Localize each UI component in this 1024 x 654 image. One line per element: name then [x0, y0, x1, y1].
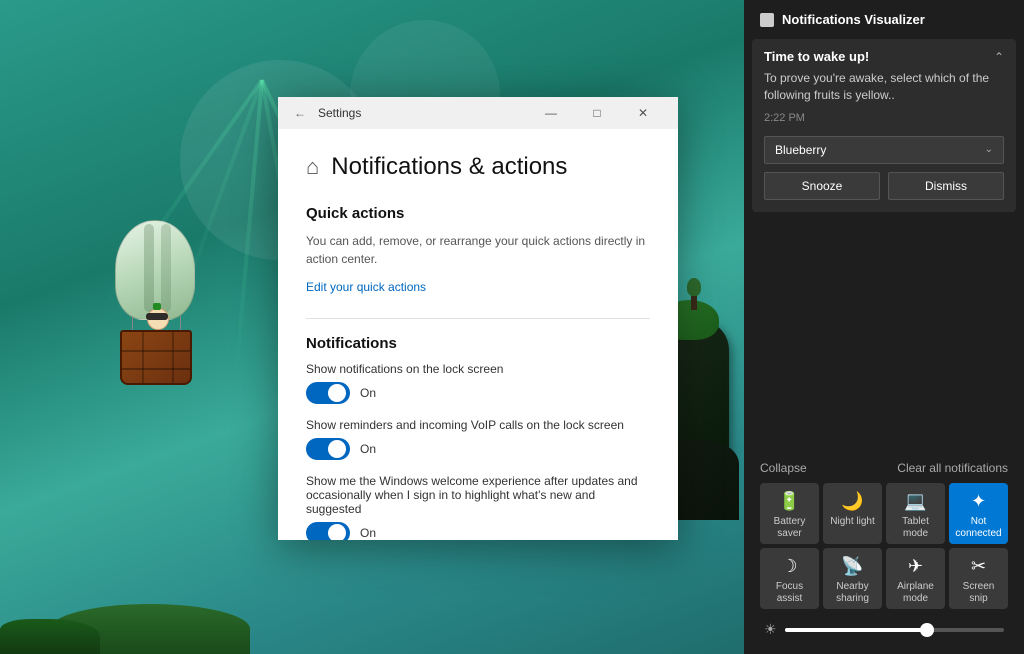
- notif-collapse-button[interactable]: ⌃: [994, 50, 1004, 64]
- toggle-desc-1: Show notifications on the lock screen: [306, 362, 650, 376]
- ac-tile-grid: 🔋 Battery saver 🌙 Night light 💻 Tablet m…: [752, 479, 1016, 613]
- quick-actions-title: Quick actions: [306, 205, 650, 222]
- toggle-2[interactable]: [306, 438, 350, 460]
- notifications-section: Notifications Show notifications on the …: [306, 335, 650, 540]
- balloon-basket: [120, 330, 192, 385]
- night-light-label: Night light: [830, 516, 874, 528]
- toggle-label-3: On: [360, 526, 376, 540]
- notif-body: To prove you're awake, select which of t…: [752, 68, 1016, 112]
- settings-window: ← Settings — □ ✕ ⌂ Notifications & actio…: [278, 97, 678, 540]
- screen-snip-tile[interactable]: ✂ Screen snip: [949, 548, 1008, 609]
- night-light-icon: 🌙: [841, 491, 863, 512]
- focus-assist-icon: ☽: [781, 556, 797, 577]
- notifications-title: Notifications: [306, 335, 650, 352]
- toggle-row-1: Show notifications on the lock screen On: [306, 362, 650, 404]
- back-button[interactable]: ←: [290, 104, 310, 122]
- tablet-mode-label: Tablet mode: [890, 516, 941, 540]
- quick-actions-section: Quick actions You can add, remove, or re…: [306, 205, 650, 294]
- window-controls: — □ ✕: [528, 97, 666, 129]
- not-connected-label: Not connected: [953, 516, 1004, 540]
- focus-assist-tile[interactable]: ☽ Focus assist: [760, 548, 819, 609]
- clear-all-link[interactable]: Clear all notifications: [897, 461, 1008, 475]
- night-light-tile[interactable]: 🌙 Night light: [823, 483, 882, 544]
- settings-content: ⌂ Notifications & actions Quick actions …: [278, 129, 678, 540]
- snooze-button[interactable]: Snooze: [764, 172, 880, 200]
- airplane-mode-tile[interactable]: ✈ Airplane mode: [886, 548, 945, 609]
- airplane-mode-icon: ✈: [908, 556, 923, 577]
- collapse-link[interactable]: Collapse: [760, 461, 807, 475]
- notif-actions: Snooze Dismiss: [764, 172, 1004, 200]
- close-button[interactable]: ✕: [620, 97, 666, 129]
- screen-snip-icon: ✂: [971, 556, 986, 577]
- airplane-mode-label: Airplane mode: [890, 581, 941, 605]
- window-title: Settings: [318, 106, 520, 120]
- brightness-fill: [785, 628, 928, 632]
- maximize-button[interactable]: □: [574, 97, 620, 129]
- balloon-stripe: [161, 224, 171, 312]
- ac-header-icon: [760, 13, 774, 27]
- toggle-label-1: On: [360, 386, 376, 400]
- ac-footer-links: Collapse Clear all notifications: [752, 457, 1016, 479]
- window-titlebar: ← Settings — □ ✕: [278, 97, 678, 129]
- page-header-icon: ⌂: [306, 154, 319, 180]
- balloon-stripe: [144, 224, 154, 312]
- toggle-1[interactable]: [306, 382, 350, 404]
- edit-quick-actions-link[interactable]: Edit your quick actions: [306, 280, 650, 294]
- toggle-row-3: Show me the Windows welcome experience a…: [306, 474, 650, 540]
- chevron-down-icon: ⌄: [985, 144, 993, 155]
- balloon-character: [140, 308, 176, 338]
- minimize-button[interactable]: —: [528, 97, 574, 129]
- notif-dropdown[interactable]: Blueberry ⌄: [764, 136, 1004, 164]
- screen-snip-label: Screen snip: [953, 581, 1004, 605]
- balloon: [90, 220, 250, 520]
- tablet-mode-tile[interactable]: 💻 Tablet mode: [886, 483, 945, 544]
- not-connected-icon: ✦: [971, 491, 986, 512]
- page-title: Notifications & actions: [331, 153, 567, 181]
- dismiss-button[interactable]: Dismiss: [888, 172, 1004, 200]
- toggle-control-1: On: [306, 382, 650, 404]
- brightness-thumb[interactable]: [920, 623, 934, 637]
- ac-header-title: Notifications Visualizer: [782, 12, 1008, 27]
- ac-footer: Collapse Clear all notifications 🔋 Batte…: [744, 449, 1024, 654]
- focus-assist-label: Focus assist: [764, 581, 815, 605]
- notification-card: Time to wake up! ⌃ To prove you're awake…: [752, 39, 1016, 212]
- toggle-control-3: On: [306, 522, 650, 540]
- ground-grass-2: [0, 619, 100, 654]
- page-header: ⌂ Notifications & actions: [306, 153, 650, 181]
- toggle-desc-2: Show reminders and incoming VoIP calls o…: [306, 418, 650, 432]
- notif-header: Time to wake up! ⌃: [752, 39, 1016, 68]
- toggle-row-2: Show reminders and incoming VoIP calls o…: [306, 418, 650, 460]
- toggle-label-2: On: [360, 442, 376, 456]
- brightness-control: ☀: [752, 613, 1016, 646]
- battery-saver-icon: 🔋: [778, 491, 800, 512]
- nearby-sharing-tile[interactable]: 📡 Nearby sharing: [823, 548, 882, 609]
- toggle-desc-3: Show me the Windows welcome experience a…: [306, 474, 650, 516]
- nearby-sharing-label: Nearby sharing: [827, 581, 878, 605]
- battery-saver-label: Battery saver: [764, 516, 815, 540]
- ac-header: Notifications Visualizer: [744, 0, 1024, 35]
- tablet-mode-icon: 💻: [904, 491, 926, 512]
- section-divider: [306, 318, 650, 319]
- notif-time: 2:22 PM: [752, 112, 1016, 132]
- notif-dropdown-value: Blueberry: [775, 143, 826, 157]
- battery-saver-tile[interactable]: 🔋 Battery saver: [760, 483, 819, 544]
- nearby-sharing-icon: 📡: [841, 556, 863, 577]
- notif-title: Time to wake up!: [764, 49, 869, 64]
- toggle-3[interactable]: [306, 522, 350, 540]
- toggle-control-2: On: [306, 438, 650, 460]
- quick-actions-desc: You can add, remove, or rearrange your q…: [306, 232, 650, 268]
- action-center: Notifications Visualizer Time to wake up…: [744, 0, 1024, 654]
- brightness-icon: ☀: [764, 621, 777, 638]
- ac-spacer: [744, 216, 1024, 449]
- brightness-bar[interactable]: [785, 628, 1004, 632]
- not-connected-tile[interactable]: ✦ Not connected: [949, 483, 1008, 544]
